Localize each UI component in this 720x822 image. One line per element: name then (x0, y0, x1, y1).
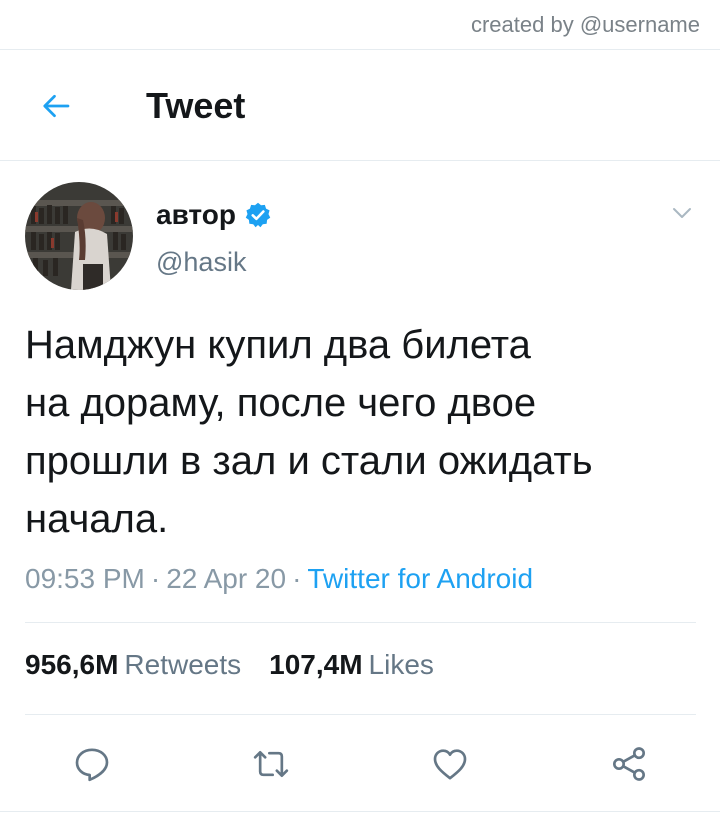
tweet-text-line: на дораму, после чего двое (25, 381, 537, 425)
tweet-detail: автор @hasik Намджун купил два билета на… (0, 161, 720, 822)
divider (25, 622, 696, 623)
meta-separator: · (292, 563, 302, 594)
app-header: Tweet (0, 50, 720, 161)
tweet-text-line: прошли в зал и стали ожидать (25, 439, 593, 483)
page-title: Tweet (146, 85, 246, 126)
likes-count: 107,4M (269, 649, 363, 680)
reply-icon[interactable] (72, 744, 112, 784)
arrow-left-icon[interactable] (38, 88, 74, 124)
author-name[interactable]: автор (156, 199, 236, 231)
tweet-text-line: начала. (25, 497, 169, 541)
retweets-stat[interactable]: 956,6M Retweets (25, 649, 241, 680)
tweet-stats: 956,6M Retweets 107,4M Likes (25, 649, 434, 681)
tweet-meta: 09:53 PM · 22 Apr 20 · Twitter for Android (25, 563, 533, 595)
avatar[interactable] (25, 182, 133, 290)
tweet-text-line: Намджун купил два билета (25, 323, 531, 367)
verified-badge-icon (245, 202, 271, 228)
chevron-down-icon[interactable] (670, 201, 694, 225)
avatar-image (25, 182, 133, 290)
divider (25, 714, 696, 715)
tweet-client-link[interactable]: Twitter for Android (307, 563, 533, 594)
share-icon[interactable] (609, 744, 649, 784)
likes-stat[interactable]: 107,4M Likes (269, 649, 434, 680)
like-icon[interactable] (430, 744, 470, 784)
tweet-time: 09:53 PM (25, 563, 145, 594)
retweet-icon[interactable] (251, 744, 291, 784)
tweet-date: 22 Apr 20 (166, 563, 287, 594)
likes-label: Likes (368, 649, 434, 680)
author-row[interactable]: автор (156, 199, 272, 231)
tweet-text: Намджун купил два билета на дораму, посл… (25, 316, 685, 548)
tweet-actions (0, 744, 720, 784)
retweets-count: 956,6M (25, 649, 119, 680)
author-handle[interactable]: @hasik (156, 247, 246, 278)
divider (0, 811, 720, 812)
created-by-credit: created by @username (470, 12, 700, 37)
meta-separator: · (150, 563, 161, 594)
retweets-label: Retweets (124, 649, 242, 680)
